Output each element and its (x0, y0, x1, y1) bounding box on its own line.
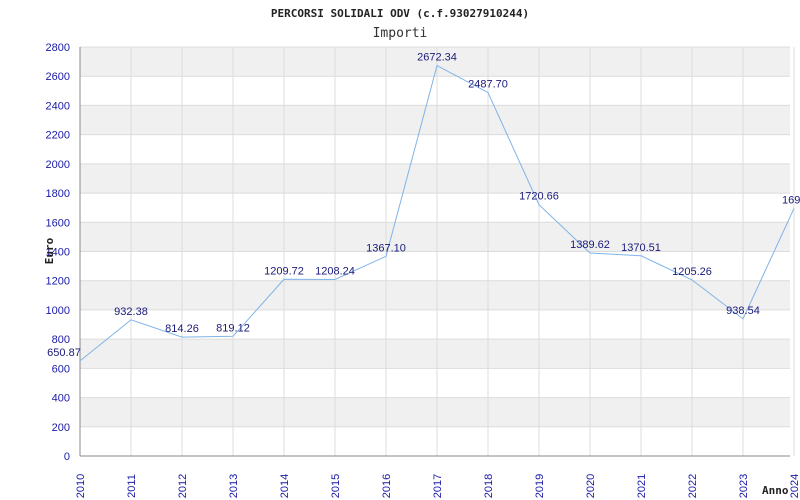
x-tick-label: 2011 (126, 474, 138, 498)
data-label: 2672.34 (417, 52, 457, 64)
line-chart: 0200400600800100012001400160018002000220… (43, 7, 800, 498)
x-tick-label: 2024 (789, 474, 800, 498)
grid-band (80, 280, 790, 310)
data-label: 650.87 (47, 347, 81, 359)
y-tick-label: 400 (52, 393, 70, 405)
x-tick-label: 2018 (483, 474, 495, 498)
data-label: 1367.10 (366, 242, 406, 254)
x-tick-label: 2016 (381, 474, 393, 498)
data-label: 1370.51 (621, 242, 661, 254)
data-labels: 650.87 932.38 814.26 819.12 1209.72 1208.24 13… (47, 52, 800, 359)
grid-band (80, 222, 790, 252)
chart-title: PERCORSI SOLIDALI ODV (c.f.93027910244) (271, 7, 529, 20)
data-label: 1209.72 (264, 265, 304, 277)
chart-subtitle: Importi (373, 26, 428, 41)
data-label: 2487.70 (468, 79, 508, 91)
x-tick-label: 2022 (687, 474, 699, 498)
x-tick-label: 2010 (75, 474, 87, 498)
y-tick-label: 2800 (46, 42, 70, 54)
x-tick-labels: 2010 2011 2012 2013 2014 2015 2016 2017 2018 2019… (75, 474, 800, 498)
data-label: 1389.62 (570, 239, 610, 251)
data-label: 1208.24 (315, 266, 355, 278)
data-label: 814.26 (165, 323, 199, 335)
data-label: 938.54 (726, 305, 760, 317)
x-tick-label: 2014 (279, 474, 291, 498)
x-tick-label: 2013 (228, 474, 240, 498)
grid-band (80, 163, 790, 194)
data-label: 819.12 (216, 322, 250, 334)
y-tick-label: 1600 (46, 217, 70, 229)
x-axis-label: Anno (762, 484, 789, 497)
grid-band (80, 397, 790, 427)
y-tick-label: 2200 (46, 130, 70, 142)
data-label: 1695.3 (782, 194, 800, 206)
data-label: 1720.66 (519, 191, 559, 203)
x-tick-label: 2021 (636, 474, 648, 498)
y-tick-label: 2000 (46, 159, 70, 171)
y-tick-label: 1800 (46, 188, 70, 200)
y-axis-label: Euro (43, 237, 56, 264)
x-tick-label: 2023 (738, 474, 750, 498)
y-tick-label: 600 (52, 363, 70, 375)
background-bands (80, 47, 790, 427)
x-tick-label: 2017 (432, 474, 444, 498)
x-tick-label: 2012 (177, 474, 189, 498)
data-label: 1205.26 (672, 266, 712, 278)
grid-band (80, 339, 790, 369)
y-tick-label: 2600 (46, 71, 70, 83)
x-tick-label: 2020 (585, 474, 597, 498)
y-tick-label: 2400 (46, 100, 70, 112)
y-tick-label: 1000 (46, 305, 70, 317)
grid-band (80, 105, 790, 135)
y-tick-label: 200 (52, 422, 70, 434)
y-tick-label: 0 (64, 451, 70, 463)
x-tick-label: 2019 (534, 474, 546, 498)
x-tick-label: 2015 (330, 474, 342, 498)
y-tick-label: 1200 (46, 276, 70, 288)
y-tick-label: 800 (52, 334, 70, 346)
data-label: 932.38 (114, 306, 148, 318)
